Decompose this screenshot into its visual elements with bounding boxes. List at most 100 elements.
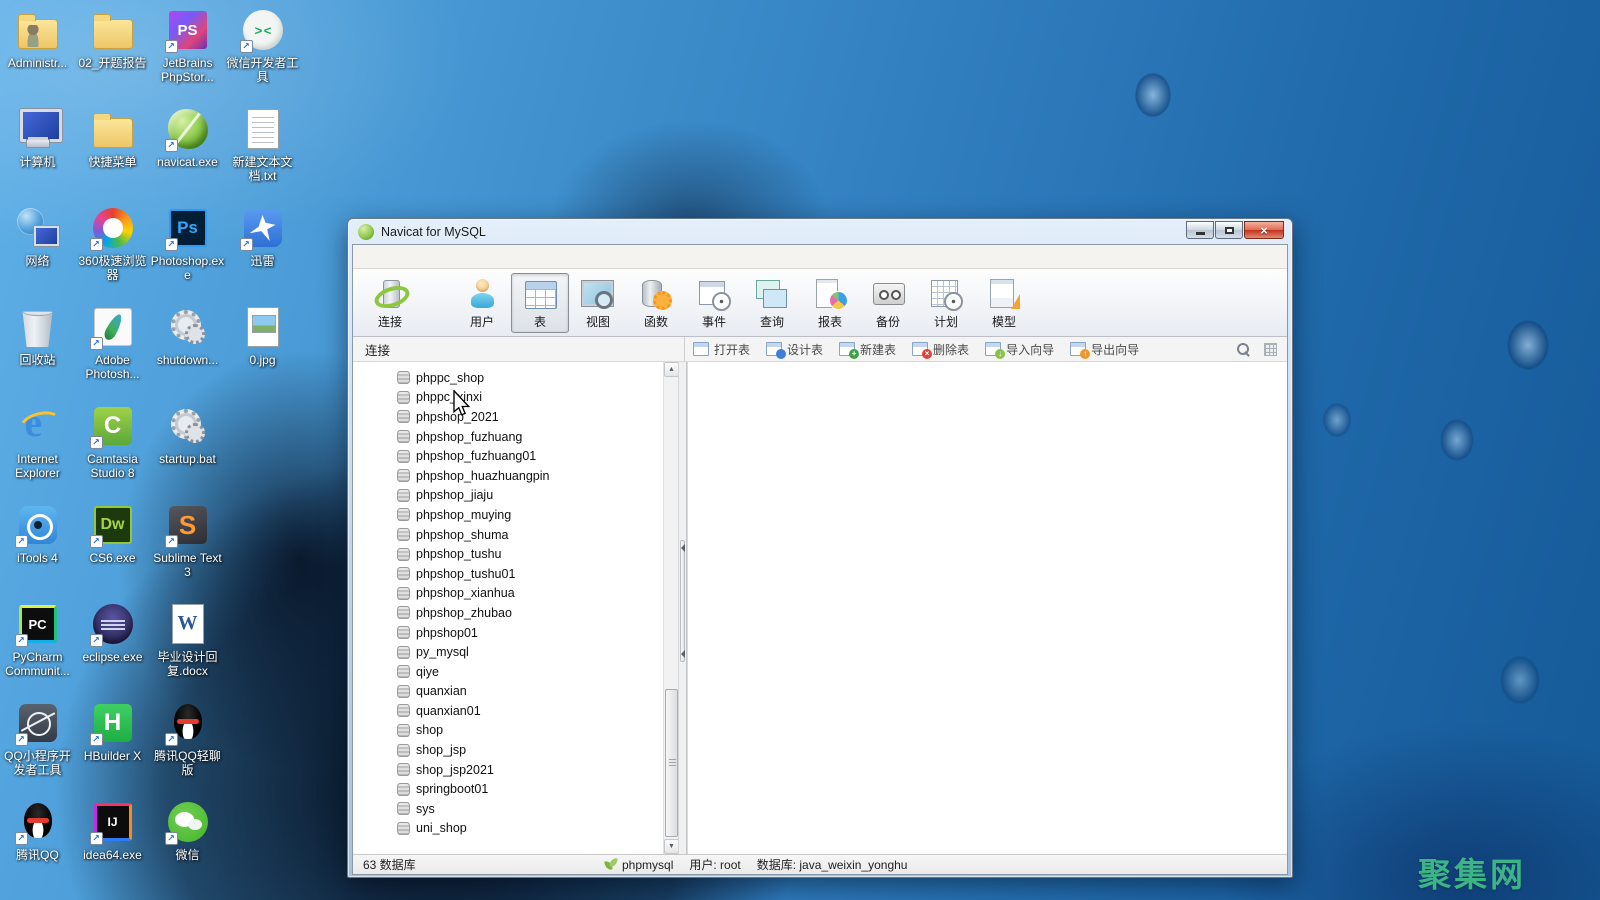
menu-item[interactable] <box>411 254 437 260</box>
toolbar-button[interactable]: 用户 <box>453 273 511 333</box>
desktop-icon[interactable]: ↗ HBuilder X <box>75 697 150 796</box>
desktop-icon[interactable]: ↗ CS6.exe <box>75 499 150 598</box>
toolbar-button[interactable]: 计划 <box>917 273 975 333</box>
database-item[interactable]: shop_jsp <box>353 740 663 760</box>
database-item[interactable]: phpshop_huazhuangpin <box>353 466 663 486</box>
table-action-button[interactable]: 导入向导 <box>985 341 1054 358</box>
toolbar-button[interactable]: 表 <box>511 273 569 333</box>
toolbar-button[interactable]: 查询 <box>743 273 801 333</box>
database-item[interactable]: sys <box>353 799 663 819</box>
database-item[interactable]: phpshop_jiaju <box>353 486 663 506</box>
toolbar-button[interactable]: 事件 <box>685 273 743 333</box>
database-item[interactable]: py_mysql <box>353 642 663 662</box>
desktop-icon-label: Photoshop.exe <box>150 254 225 282</box>
table-action-button[interactable]: 设计表 <box>766 341 823 358</box>
minimize-button[interactable] <box>1186 221 1214 239</box>
pane-splitter[interactable] <box>678 362 687 854</box>
desktop-icon[interactable]: ↗ idea64.exe <box>75 796 150 895</box>
desktop-icon[interactable]: ↗ 计算机 <box>0 103 75 202</box>
desktop-icon[interactable]: ↗ 毕业设计回复.docx <box>150 598 225 697</box>
database-name: phpshop_xianhua <box>416 586 515 600</box>
splitter-handle[interactable] <box>680 540 685 662</box>
toolbar-button[interactable]: 报表 <box>801 273 859 333</box>
database-item[interactable]: quanxian <box>353 682 663 702</box>
search-icon[interactable] <box>1236 342 1250 356</box>
toolbar-button[interactable]: 模型 <box>975 273 1033 333</box>
scroll-down-icon[interactable]: ▼ <box>664 839 679 854</box>
window-titlebar[interactable]: Navicat for MySQL × <box>352 219 1288 244</box>
desktop-icon[interactable]: ↗ startup.bat <box>150 400 225 499</box>
database-item[interactable]: springboot01 <box>353 779 663 799</box>
desktop-icon[interactable]: ↗ 微信 <box>150 796 225 895</box>
grid-view-icon[interactable] <box>1264 343 1277 356</box>
desktop-icon[interactable]: ↗ PyCharm Communit... <box>0 598 75 697</box>
connection-tree-pane: phppc_shop phppc_xinxi phpshop_2021 phps… <box>353 362 678 854</box>
database-item[interactable]: shop_jsp2021 <box>353 760 663 780</box>
database-item[interactable]: quanxian01 <box>353 701 663 721</box>
scrollbar-thumb[interactable] <box>665 689 678 837</box>
desktop-icon[interactable]: ↗ 腾讯QQ <box>0 796 75 895</box>
database-item[interactable]: phpshop01 <box>353 623 663 643</box>
close-button[interactable]: × <box>1244 221 1284 239</box>
toolbar-button[interactable]: 备份 <box>859 273 917 333</box>
desktop-icon[interactable]: ↗ navicat.exe <box>150 103 225 202</box>
menu-item[interactable] <box>463 254 489 260</box>
ie-icon <box>17 405 59 447</box>
database-item[interactable]: phpshop_fuzhuang <box>353 427 663 447</box>
database-icon <box>397 724 410 737</box>
desktop-icon[interactable]: ↗ 02_开题报告 <box>75 4 150 103</box>
desktop-icon[interactable]: ↗ Administr... <box>0 4 75 103</box>
table-action-button[interactable]: 新建表 <box>839 341 896 358</box>
database-item[interactable]: phpshop_tushu01 <box>353 564 663 584</box>
database-item[interactable]: phpshop_fuzhuang01 <box>353 446 663 466</box>
table-action-button[interactable]: 打开表 <box>693 341 750 358</box>
desktop-icon[interactable]: ↗ 快捷菜单 <box>75 103 150 202</box>
desktop-icon[interactable]: ↗ JetBrains PhpStor... <box>150 4 225 103</box>
database-item[interactable]: phpshop_muying <box>353 505 663 525</box>
database-item[interactable]: phpshop_zhubao <box>353 603 663 623</box>
database-item[interactable]: phpshop_2021 <box>353 407 663 427</box>
desktop-icon[interactable]: ↗ Internet Explorer <box>0 400 75 499</box>
maximize-button[interactable] <box>1215 221 1243 239</box>
database-item[interactable]: uni_shop <box>353 819 663 839</box>
database-item[interactable]: phpshop_xianhua <box>353 584 663 604</box>
desktop-icon[interactable]: ↗ iTools 4 <box>0 499 75 598</box>
desktop-icon[interactable]: ↗ Photoshop.exe <box>150 202 225 301</box>
desktop-icon[interactable]: ↗ Sublime Text 3 <box>150 499 225 598</box>
menu-item[interactable] <box>359 254 385 260</box>
menu-item[interactable] <box>385 254 411 260</box>
database-name: phppc_shop <box>416 371 484 385</box>
desktop-icon[interactable]: ↗ 新建文本文档.txt <box>225 103 300 202</box>
desktop-icon[interactable]: ↗ QQ小程序开发者工具 <box>0 697 75 796</box>
toolbar-button[interactable]: 函数 <box>627 273 685 333</box>
table-action-button[interactable]: 删除表 <box>912 341 969 358</box>
tree-scrollbar[interactable]: ▲ ▼ <box>663 362 678 854</box>
desktop-icon[interactable]: ↗ Camtasia Studio 8 <box>75 400 150 499</box>
desktop-icon[interactable]: ↗ 腾讯QQ轻聊版 <box>150 697 225 796</box>
database-item[interactable]: qiye <box>353 662 663 682</box>
database-item[interactable]: phppc_shop <box>353 368 663 388</box>
database-name: quanxian <box>416 684 467 698</box>
table-action-button[interactable]: 导出向导 <box>1070 341 1139 358</box>
database-name: sys <box>416 802 435 816</box>
navicat-window: Navicat for MySQL × 连接 用户 <box>347 218 1293 878</box>
desktop-icon[interactable]: ↗ 360极速浏览器 <box>75 202 150 301</box>
database-item[interactable]: shop <box>353 721 663 741</box>
desktop-icon[interactable]: ↗ 0.jpg <box>225 301 300 400</box>
menu-item[interactable] <box>489 254 515 260</box>
desktop-icon[interactable]: ↗ Adobe Photosh... <box>75 301 150 400</box>
desktop-icon[interactable]: ↗ eclipse.exe <box>75 598 150 697</box>
desktop-icon[interactable]: ↗ shutdown... <box>150 301 225 400</box>
desktop-icon[interactable]: ↗ 网络 <box>0 202 75 301</box>
database-item[interactable]: phpshop_tushu <box>353 544 663 564</box>
toolbar-button[interactable]: 连接 <box>361 273 419 333</box>
scroll-up-icon[interactable]: ▲ <box>664 362 679 377</box>
database-item[interactable]: phppc_xinxi <box>353 388 663 408</box>
desktop-icon[interactable]: ↗ 微信开发者工具 <box>225 4 300 103</box>
menu-item[interactable] <box>437 254 463 260</box>
desktop-icon[interactable]: ↗ 迅雷 <box>225 202 300 301</box>
desktop-icon[interactable]: ↗ 回收站 <box>0 301 75 400</box>
toolbar-button[interactable]: 视图 <box>569 273 627 333</box>
database-item[interactable]: phpshop_shuma <box>353 525 663 545</box>
database-icon <box>397 489 410 502</box>
